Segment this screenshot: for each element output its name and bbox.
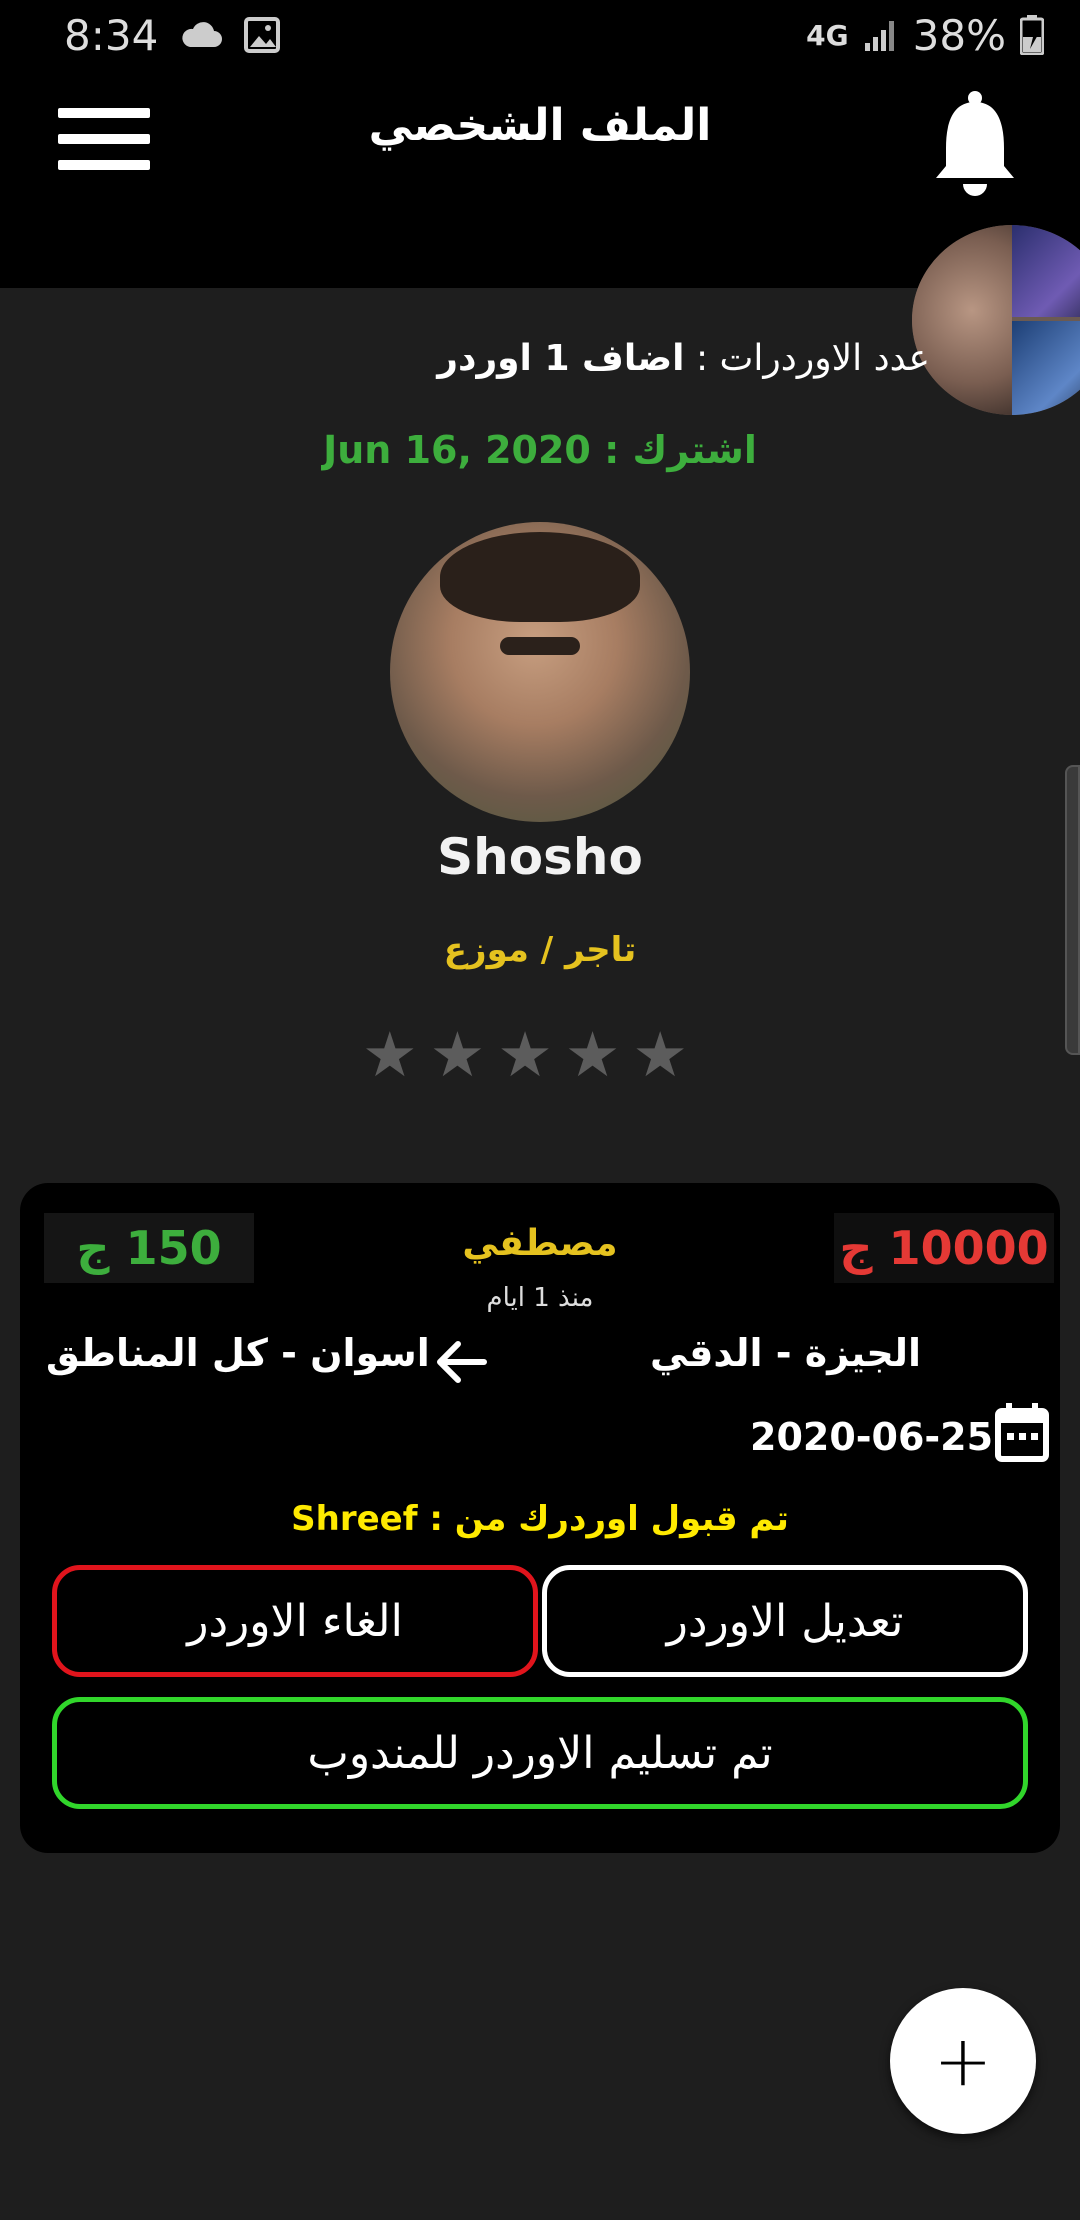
- time-ago: منذ 1 ايام: [486, 1283, 594, 1313]
- star-icon: ★: [564, 1018, 621, 1091]
- accepted-status: تم قبول اوردرك من : Shreef: [291, 1499, 789, 1539]
- order-card: 150 ج مصطفي 10000 ج منذ 1 ايام اسوان - ك…: [20, 1183, 1060, 1853]
- orders-count: عدد الاوردرات : اضاف 1 اوردر: [437, 338, 930, 379]
- profile-name: Shosho: [437, 828, 643, 886]
- joined-date: اشترك : Jun 16, 2020: [323, 428, 757, 472]
- star-icon: ★: [497, 1018, 553, 1091]
- to-location: اسوان - كل المناطق: [46, 1331, 430, 1375]
- star-icon: ★: [362, 1018, 418, 1091]
- profile-role: تاجر / موزع: [443, 930, 637, 970]
- rating-stars: ★ ★ ★ ★ ★: [362, 1024, 688, 1086]
- star-icon: ★: [632, 1018, 688, 1091]
- edit-order-button[interactable]: تعديل الاوردر: [542, 1565, 1028, 1677]
- scroll-handle[interactable]: [1065, 765, 1080, 1055]
- arrow-left-icon: [437, 1341, 487, 1383]
- status-time: 8:34: [64, 10, 159, 60]
- signal-icon: [864, 21, 894, 51]
- notification-bell-icon[interactable]: [930, 88, 1020, 198]
- order-price: 10000 ج: [834, 1213, 1054, 1283]
- battery-charging-icon: [1020, 15, 1044, 55]
- status-bar: 8:34 4G 38%: [0, 0, 1080, 70]
- cancel-order-button[interactable]: الغاء الاوردر: [52, 1565, 538, 1677]
- network-type: 4G: [806, 18, 849, 52]
- cloud-icon: [182, 22, 223, 47]
- delivered-to-courier-button[interactable]: تم تسليم الاوردر للمندوب: [52, 1697, 1028, 1809]
- page-title: الملف الشخصي: [368, 100, 712, 151]
- from-location: الجيزة - الدقي: [650, 1331, 922, 1375]
- calendar-icon: [995, 1403, 1049, 1462]
- orders-count-label: عدد الاوردرات :: [695, 338, 930, 379]
- star-icon: ★: [429, 1018, 486, 1091]
- chat-head-bubble[interactable]: [912, 225, 1080, 415]
- plus-icon: +: [933, 2020, 993, 2102]
- orders-count-value: اضاف 1 اوردر: [437, 338, 685, 379]
- gallery-icon: [244, 17, 281, 53]
- order-date: 2020-06-25: [750, 1415, 994, 1459]
- avatar[interactable]: [390, 522, 690, 822]
- add-order-button[interactable]: +: [890, 1988, 1036, 2134]
- battery-percent: 38%: [912, 10, 1006, 60]
